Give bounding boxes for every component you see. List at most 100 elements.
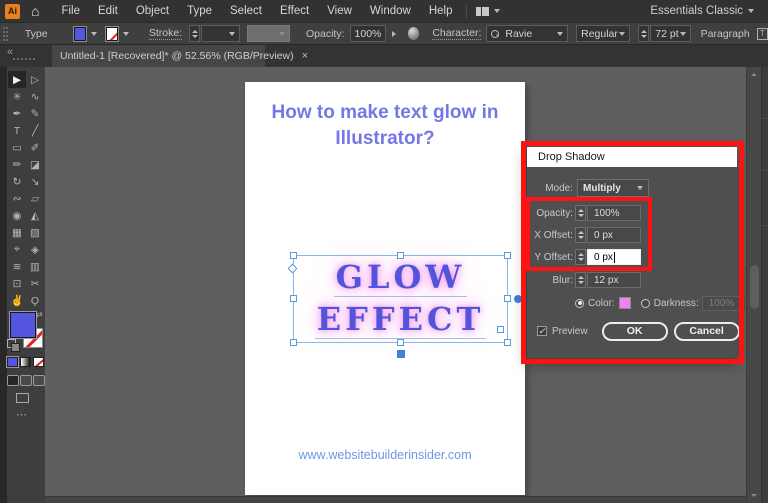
- dialog-title-bar[interactable]: Drop Shadow: [527, 147, 737, 167]
- fill-color-well[interactable]: [10, 312, 36, 338]
- panel-grip-dots[interactable]: [13, 58, 35, 60]
- close-tab-icon[interactable]: ×: [302, 50, 308, 62]
- illustrator-logo-icon[interactable]: Ai: [5, 4, 20, 19]
- darkness-radio[interactable]: [641, 299, 650, 308]
- selection-bounding-box[interactable]: GLOW EFFECT: [293, 255, 508, 343]
- touch-type-tool-icon[interactable]: T: [757, 28, 768, 40]
- selection-handle[interactable]: [290, 252, 297, 259]
- tool-slice[interactable]: ✂: [26, 275, 44, 292]
- draw-inside-button[interactable]: [33, 375, 45, 386]
- text-anchor-point[interactable]: [397, 350, 405, 358]
- color-button[interactable]: [7, 357, 18, 367]
- stroke-weight-dropdown[interactable]: [201, 25, 240, 42]
- opacity-field[interactable]: 100%: [350, 25, 387, 42]
- color-radio[interactable]: [575, 299, 584, 308]
- menu-help[interactable]: Help: [420, 5, 462, 17]
- tool-width[interactable]: ∾: [8, 190, 26, 207]
- tool-direct-selection[interactable]: ▷: [26, 71, 44, 88]
- right-panel-dock[interactable]: [761, 67, 768, 503]
- chevron-down-icon[interactable]: [123, 32, 129, 36]
- recolor-artwork-icon[interactable]: [408, 27, 419, 40]
- chevron-down-icon[interactable]: [494, 9, 500, 13]
- tool-scale[interactable]: ↘: [26, 173, 44, 190]
- glow-text-line1[interactable]: GLOW: [294, 256, 507, 298]
- stroke-color-swatch[interactable]: [106, 27, 118, 41]
- font-size-stepper[interactable]: [638, 25, 649, 42]
- font-size-dropdown[interactable]: 72 pt: [650, 25, 690, 42]
- blur-stepper[interactable]: [575, 272, 586, 288]
- scroll-up-arrow[interactable]: [751, 73, 757, 76]
- tool-zoom[interactable]: Ϙ: [26, 292, 44, 309]
- change-screen-mode-icon[interactable]: [16, 393, 29, 403]
- opacity-stepper[interactable]: [575, 205, 586, 221]
- menu-window[interactable]: Window: [361, 5, 420, 17]
- canvas-area[interactable]: How to make text glow in Illustrator? GL…: [45, 67, 746, 503]
- tool-type[interactable]: T: [8, 122, 26, 139]
- home-icon[interactable]: ⌂: [31, 4, 39, 18]
- tool-eraser[interactable]: ◪: [26, 156, 44, 173]
- edit-toolbar-icon[interactable]: ⋯: [16, 408, 28, 421]
- tool-rectangle[interactable]: ▭: [8, 139, 26, 156]
- menu-effect[interactable]: Effect: [271, 5, 318, 17]
- chevron-right-icon[interactable]: [392, 31, 396, 37]
- draw-normal-button[interactable]: [7, 375, 19, 386]
- variable-width-dropdown[interactable]: [247, 25, 290, 42]
- horizontal-scrollbar[interactable]: [45, 496, 746, 503]
- stroke-weight-stepper[interactable]: [189, 25, 200, 42]
- arrange-documents-icon[interactable]: [476, 7, 489, 16]
- selection-handle[interactable]: [504, 252, 511, 259]
- draw-behind-button[interactable]: [20, 375, 32, 386]
- glow-text-line2[interactable]: EFFECT: [294, 298, 507, 340]
- tool-magic-wand[interactable]: ✳: [8, 88, 26, 105]
- tool-gradient[interactable]: ▨: [26, 224, 44, 241]
- tool-free-transform[interactable]: ▱: [26, 190, 44, 207]
- selection-handle[interactable]: [397, 252, 404, 259]
- shadow-color-swatch[interactable]: [619, 297, 631, 309]
- menu-view[interactable]: View: [318, 5, 361, 17]
- preview-checkbox[interactable]: ✓: [537, 326, 547, 336]
- tool-paintbrush[interactable]: ✐: [26, 139, 44, 156]
- collapse-panel-icon[interactable]: «: [7, 46, 13, 58]
- tool-shaper[interactable]: ✏: [8, 156, 26, 173]
- tool-hand[interactable]: ✌: [8, 292, 26, 309]
- menu-type[interactable]: Type: [178, 5, 221, 17]
- selection-handle[interactable]: [290, 339, 297, 346]
- mode-dropdown[interactable]: Multiply: [577, 179, 649, 197]
- none-button[interactable]: [33, 357, 44, 367]
- y-offset-stepper[interactable]: [575, 249, 586, 265]
- scrollbar-thumb[interactable]: [750, 265, 759, 309]
- tool-line-segment[interactable]: ╱: [26, 122, 44, 139]
- x-offset-field[interactable]: 0 px: [587, 227, 641, 243]
- live-shape-widget[interactable]: [497, 326, 504, 333]
- scroll-down-arrow[interactable]: [751, 494, 757, 497]
- fill-color-swatch[interactable]: [74, 27, 86, 41]
- font-family-dropdown[interactable]: Ravie: [486, 25, 568, 42]
- gradient-button[interactable]: [20, 357, 31, 367]
- menu-select[interactable]: Select: [221, 5, 271, 17]
- menu-object[interactable]: Object: [127, 5, 178, 17]
- opacity-field[interactable]: 100%: [587, 205, 641, 221]
- blur-field[interactable]: 12 px: [587, 272, 641, 288]
- y-offset-field[interactable]: 0 px: [587, 249, 641, 265]
- chevron-down-icon[interactable]: [91, 32, 97, 36]
- tool-artboard[interactable]: ⊡: [8, 275, 26, 292]
- x-offset-stepper[interactable]: [575, 227, 586, 243]
- swap-fill-stroke-icon[interactable]: ⇄: [36, 310, 43, 319]
- character-link-label[interactable]: Character:: [432, 27, 481, 40]
- selection-handle[interactable]: [504, 339, 511, 346]
- font-style-dropdown[interactable]: Regular: [576, 25, 630, 42]
- tool-curvature[interactable]: ✎: [26, 105, 44, 122]
- tool-symbol-sprayer[interactable]: ≋: [8, 258, 26, 275]
- tool-rotate[interactable]: ↻: [8, 173, 26, 190]
- tool-selection[interactable]: ▶: [8, 71, 26, 88]
- paragraph-link-label[interactable]: Paragraph: [701, 28, 750, 40]
- menu-file[interactable]: File: [52, 5, 89, 17]
- tool-pen[interactable]: ✒: [8, 105, 26, 122]
- document-tab[interactable]: Untitled-1 [Recovered]* @ 52.56% (RGB/Pr…: [52, 45, 265, 67]
- tool-blend[interactable]: ◈: [26, 241, 44, 258]
- tool-eyedropper[interactable]: ⌖: [8, 241, 26, 258]
- selection-handle[interactable]: [290, 295, 297, 302]
- default-fill-stroke-icon[interactable]: [7, 339, 16, 348]
- menu-edit[interactable]: Edit: [89, 5, 127, 17]
- panel-grip[interactable]: [3, 27, 8, 41]
